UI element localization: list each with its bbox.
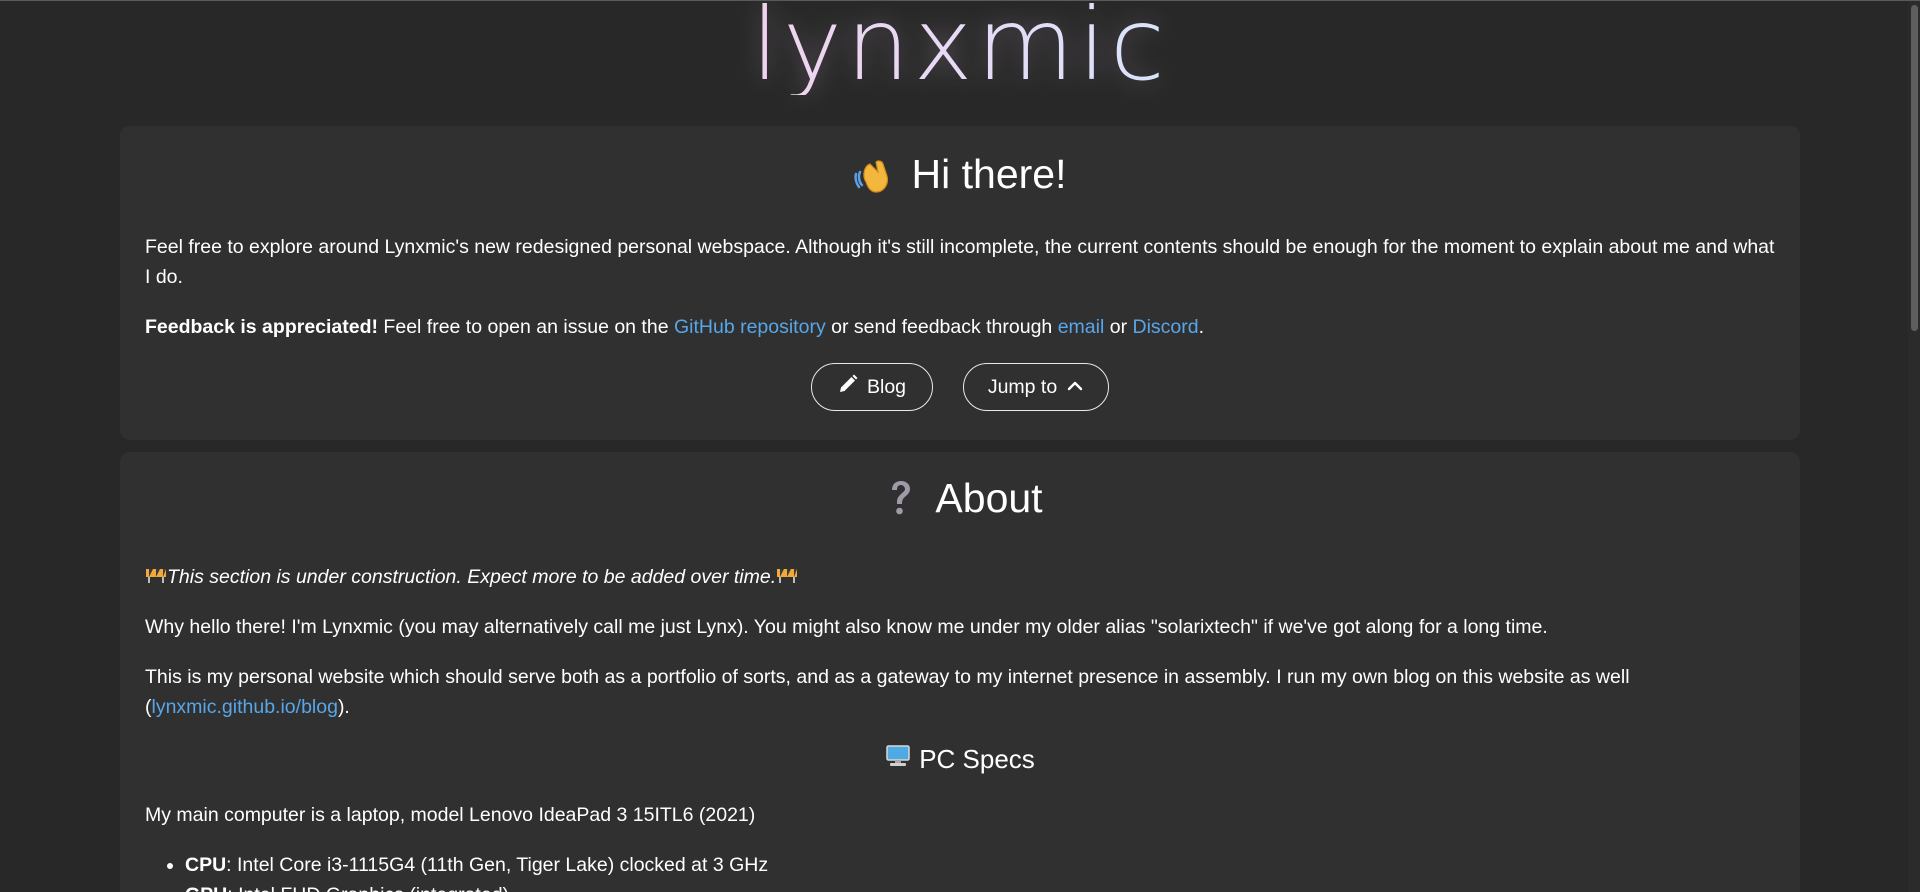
desktop-computer-icon [885, 743, 911, 776]
pc-specs-title: PC Specs [919, 744, 1035, 774]
construction-notice-text: This section is under construction. Expe… [167, 566, 777, 588]
feedback-text-1: Feel free to open an issue on the [378, 316, 674, 338]
question-mark-icon [877, 476, 921, 520]
spec-item-cpu: CPU: Intel Core i3-1115G4 (11th Gen, Tig… [185, 850, 1775, 880]
spec-item-gpu: GPU: Intel FHD Graphics (integrated) [185, 880, 1775, 892]
about-title: About [145, 452, 1775, 520]
pc-specs-intro: My main computer is a laptop, model Leno… [145, 804, 756, 826]
greeting-title: Hi there! [145, 126, 1775, 196]
feedback-bold: Feedback is appreciated! [145, 316, 379, 338]
feedback-paragraph: Feedback is appreciated! Feel free to op… [145, 312, 1775, 342]
feedback-text-2: or send feedback through [825, 316, 1058, 338]
about-title-text: About [935, 474, 1043, 521]
spec-value: : Intel FHD Graphics (integrated) [227, 884, 509, 892]
scrollbar[interactable] [1908, 1, 1920, 892]
chevron-up-icon [1066, 376, 1084, 399]
blog-button[interactable]: Blog [811, 363, 933, 411]
blog-button-label: Blog [866, 375, 907, 398]
about-paragraph-2-text: This is my personal website which should… [145, 666, 1630, 718]
jump-to-button[interactable]: Jump to [963, 363, 1109, 411]
feedback-text-3: or [1104, 316, 1133, 338]
discord-link[interactable]: Discord [1133, 316, 1199, 338]
page: lynxmic Hi there! Feel free to explore a… [0, 0, 1920, 892]
pc-specs-list: CPU: Intel Core i3-1115G4 (11th Gen, Tig… [145, 850, 1775, 892]
greeting-buttons: Blog Jump to [145, 363, 1775, 411]
scrollbar-thumb[interactable] [1911, 5, 1918, 331]
blog-link[interactable]: lynxmic.github.io/blog [152, 696, 338, 718]
about-paragraph-2: This is my personal website which should… [145, 662, 1775, 722]
jump-to-button-label: Jump to [987, 375, 1058, 398]
waving-hand-icon [853, 152, 898, 196]
about-paragraph-1: Why hello there! I'm Lynxmic (you may al… [145, 616, 1548, 638]
email-link[interactable]: email [1058, 316, 1105, 338]
about-paragraph-2-end: ). [337, 696, 350, 718]
spec-value: : Intel Core i3-1115G4 (11th Gen, Tiger … [226, 854, 769, 876]
construction-barrier-icon [776, 562, 798, 592]
site-logo[interactable]: lynxmic [751, 1, 1169, 95]
greeting-intro: Feel free to explore around Lynxmic's ne… [145, 236, 1775, 288]
spec-label: GPU [185, 884, 227, 892]
greeting-title-text: Hi there! [911, 150, 1067, 197]
construction-notice: This section is under construction. Expe… [145, 562, 1775, 592]
greeting-card: Hi there! Feel free to explore around Ly… [120, 126, 1800, 440]
spec-label: CPU [185, 854, 227, 876]
header: lynxmic [0, 1, 1920, 124]
github-repository-link[interactable]: GitHub repository [674, 316, 826, 338]
construction-barrier-icon [145, 562, 167, 592]
feedback-text-4: . [1198, 316, 1205, 338]
pc-specs-heading: PC Specs [145, 743, 1775, 776]
about-card: About This section is under construction… [120, 452, 1800, 892]
pencil-icon [838, 374, 858, 400]
